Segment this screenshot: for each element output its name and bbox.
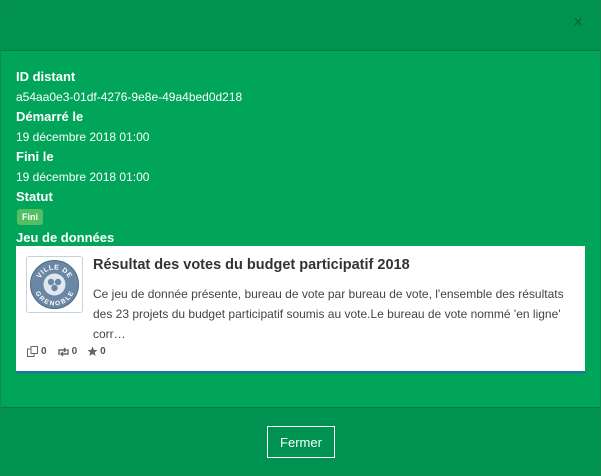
harvest-job-modal: × ID distant a54aa0e3-01df-4276-9e8e-49a… (0, 0, 601, 476)
reuses-icon (27, 346, 38, 357)
modal-body: ID distant a54aa0e3-01df-4276-9e8e-49a4b… (16, 67, 585, 248)
modal-footer: Fermer (1, 407, 600, 475)
dataset-description: Ce jeu de donnée présente, bureau de vot… (93, 287, 564, 341)
started-value: 19 décembre 2018 01:00 (16, 130, 150, 144)
stars-stat: 0 (87, 346, 106, 357)
started-label: Démarré le (16, 109, 84, 124)
finished-label: Fini le (16, 149, 54, 164)
status-badge: Fini (17, 209, 43, 225)
close-icon[interactable]: × (570, 15, 586, 31)
grenoble-seal-icon: VILLE DE GRENOBLE (30, 260, 79, 309)
remote-id-label: ID distant (16, 69, 76, 84)
stars-count: 0 (100, 346, 106, 357)
star-icon (87, 346, 98, 356)
followers-stat: 0 (57, 346, 78, 357)
retweet-icon (57, 347, 69, 356)
reuses-stat: 0 (27, 346, 47, 357)
reuses-count: 0 (41, 346, 47, 357)
finished-value: 19 décembre 2018 01:00 (16, 170, 150, 184)
grenoble-logo: VILLE DE GRENOBLE (26, 256, 83, 313)
close-button[interactable]: Fermer (267, 426, 335, 458)
dataset-card[interactable]: VILLE DE GRENOBLE Résultat des votes du … (16, 246, 585, 373)
dataset-title[interactable]: Résultat des votes du budget participati… (93, 255, 575, 275)
modal-header: × (1, 1, 600, 51)
remote-id-value: a54aa0e3-01df-4276-9e8e-49a4bed0d218 (16, 90, 243, 104)
dataset-label: Jeu de données (16, 230, 115, 245)
status-label: Statut (16, 189, 53, 204)
dataset-stats: 0 0 0 (27, 346, 106, 357)
followers-count: 0 (71, 346, 78, 357)
